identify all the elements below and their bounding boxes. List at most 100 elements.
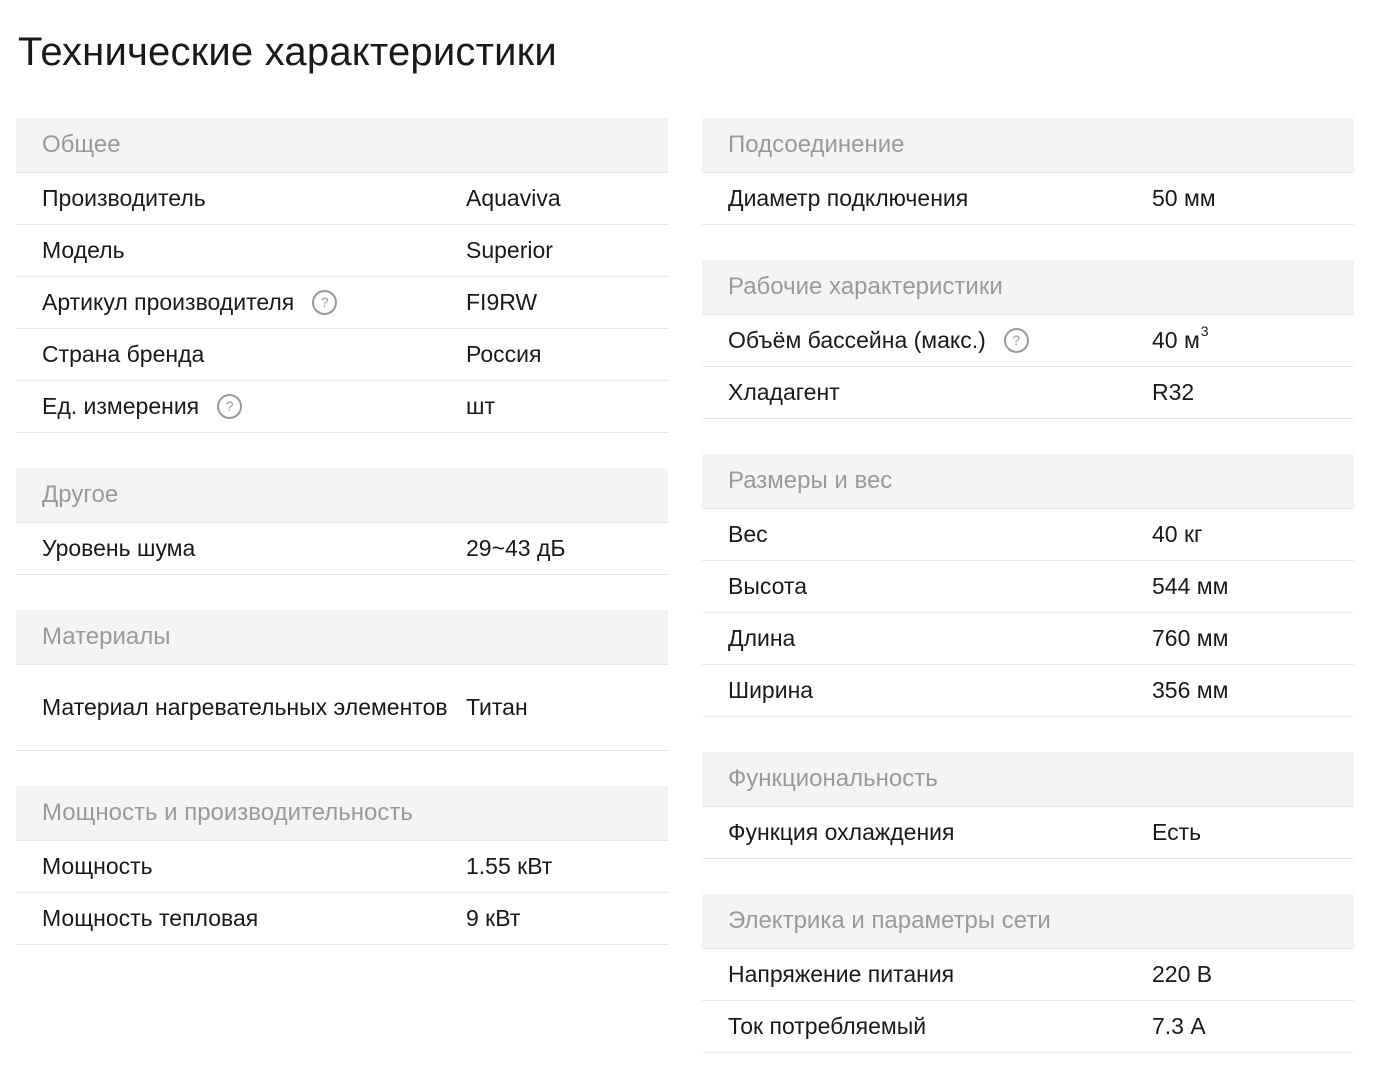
- spec-label-text: Объём бассейна (макс.): [728, 327, 986, 353]
- spec-value: R32: [1152, 379, 1354, 406]
- spec-row: Мощность 1.55 кВт: [16, 841, 668, 893]
- spec-row: Диаметр подключения 50 мм: [702, 173, 1354, 225]
- spec-row: Ед. измерения? шт: [16, 381, 668, 433]
- spec-value: 356 мм: [1152, 677, 1354, 704]
- spec-group: Другое Уровень шума 29~43 дБ: [16, 468, 668, 575]
- spec-value: FI9RW: [466, 289, 668, 316]
- spec-value: 40 кг: [1152, 521, 1354, 548]
- spec-value-text: Есть: [1152, 819, 1202, 845]
- spec-value: Есть: [1152, 819, 1354, 846]
- spec-value-text: Aquaviva: [466, 185, 561, 211]
- spec-value-text: FI9RW: [466, 289, 538, 315]
- spec-row: Хладагент R32: [702, 367, 1354, 419]
- spec-value-text: шт: [466, 393, 495, 419]
- spec-value: 7.3 А: [1152, 1013, 1354, 1040]
- spec-group-header: Рабочие характеристики: [702, 260, 1354, 315]
- spec-value-text: 9 кВт: [466, 905, 521, 931]
- spec-label-text: Производитель: [42, 185, 206, 211]
- spec-label-text: Мощность тепловая: [42, 905, 259, 931]
- spec-value: Superior: [466, 237, 668, 264]
- spec-group: Мощность и производительность Мощность 1.5…: [16, 786, 668, 945]
- specs-column-right: Подсоединение Диаметр подключения 50 мм Раб…: [702, 118, 1354, 1088]
- spec-group-header: Общее: [16, 118, 668, 173]
- spec-group: Размеры и вес Вес 40 кг Высота 544 мм Длина 76…: [702, 454, 1354, 717]
- spec-value: 9 кВт: [466, 905, 668, 932]
- spec-group-header: Функциональность: [702, 752, 1354, 807]
- spec-label-text: Ширина: [728, 677, 814, 703]
- spec-group-header: Мощность и производительность: [16, 786, 668, 841]
- help-icon[interactable]: ?: [312, 290, 338, 315]
- spec-label: Мощность: [16, 850, 466, 883]
- spec-value: Титан: [466, 694, 668, 721]
- spec-value: Россия: [466, 341, 668, 368]
- spec-value-text: 50 мм: [1152, 185, 1216, 211]
- spec-value-text: R32: [1152, 379, 1195, 405]
- spec-row: Напряжение питания 220 В: [702, 949, 1354, 1001]
- spec-group: Общее Производитель Aquaviva Модель Superior…: [16, 118, 668, 433]
- spec-label: Модель: [16, 234, 466, 267]
- spec-group: Подсоединение Диаметр подключения 50 мм: [702, 118, 1354, 225]
- spec-row: Артикул производителя? FI9RW: [16, 277, 668, 329]
- spec-row: Объём бассейна (макс.)? 40 м3: [702, 315, 1354, 367]
- spec-value: 50 мм: [1152, 185, 1354, 212]
- spec-label: Ширина: [702, 674, 1152, 707]
- spec-row: Длина 760 мм: [702, 613, 1354, 665]
- spec-value-text: 29~43 дБ: [466, 535, 566, 561]
- spec-label: Ток потребляемый: [702, 1010, 1152, 1043]
- spec-group-header: Другое: [16, 468, 668, 523]
- spec-group: Электрика и параметры сети Напряжение пит…: [702, 894, 1354, 1053]
- spec-group-header: Электрика и параметры сети: [702, 894, 1354, 949]
- spec-row: Функция охлаждения Есть: [702, 807, 1354, 859]
- spec-label-text: Страна бренда: [42, 341, 205, 367]
- spec-label-text: Ток потребляемый: [728, 1013, 927, 1039]
- spec-label-text: Мощность: [42, 853, 153, 879]
- spec-row: Уровень шума 29~43 дБ: [16, 523, 668, 575]
- spec-value: 29~43 дБ: [466, 535, 668, 562]
- spec-value-text: 220 В: [1152, 961, 1213, 987]
- spec-value-superscript: 3: [1200, 323, 1209, 339]
- spec-label: Хладагент: [702, 376, 1152, 409]
- spec-label-text: Функция охлаждения: [728, 819, 955, 845]
- spec-label: Артикул производителя?: [16, 286, 466, 319]
- spec-row: Материал нагревательных элементов Титан: [16, 665, 668, 751]
- spec-label: Мощность тепловая: [16, 902, 466, 935]
- spec-value-text: 7.3 А: [1152, 1013, 1206, 1039]
- spec-label: Диаметр подключения: [702, 182, 1152, 215]
- spec-label: Напряжение питания: [702, 958, 1152, 991]
- spec-value-text: Superior: [466, 237, 553, 263]
- spec-label-text: Уровень шума: [42, 535, 196, 561]
- spec-value: 760 мм: [1152, 625, 1354, 652]
- specs-column-left: Общее Производитель Aquaviva Модель Superior…: [16, 118, 668, 980]
- spec-label: Материал нагревательных элементов: [16, 691, 466, 724]
- spec-row: Вес 40 кг: [702, 509, 1354, 561]
- spec-row: Производитель Aquaviva: [16, 173, 668, 225]
- spec-group-header: Размеры и вес: [702, 454, 1354, 509]
- spec-label: Ед. измерения?: [16, 390, 466, 423]
- spec-group-header: Подсоединение: [702, 118, 1354, 173]
- spec-group-header: Материалы: [16, 610, 668, 665]
- spec-label: Длина: [702, 622, 1152, 655]
- spec-label: Функция охлаждения: [702, 816, 1152, 849]
- help-icon[interactable]: ?: [1003, 328, 1029, 353]
- spec-value: 40 м3: [1152, 323, 1354, 354]
- page-title: Технические характеристики: [18, 30, 557, 74]
- spec-row: Высота 544 мм: [702, 561, 1354, 613]
- spec-value-text: Титан: [466, 694, 528, 720]
- help-icon[interactable]: ?: [217, 394, 243, 419]
- spec-label-text: Хладагент: [728, 379, 840, 405]
- spec-row: Ток потребляемый 7.3 А: [702, 1001, 1354, 1053]
- spec-label-text: Высота: [728, 573, 807, 599]
- spec-label: Объём бассейна (макс.)?: [702, 324, 1152, 357]
- spec-row: Модель Superior: [16, 225, 668, 277]
- spec-row: Мощность тепловая 9 кВт: [16, 893, 668, 945]
- spec-label-text: Напряжение питания: [728, 961, 955, 987]
- spec-label-text: Ед. измерения: [42, 393, 200, 419]
- spec-label-text: Материал нагревательных элементов: [42, 694, 448, 720]
- spec-value: шт: [466, 393, 668, 420]
- spec-row: Страна бренда Россия: [16, 329, 668, 381]
- spec-value-text: 760 мм: [1152, 625, 1229, 651]
- spec-value-text: 356 мм: [1152, 677, 1229, 703]
- spec-label: Вес: [702, 518, 1152, 551]
- spec-value: Aquaviva: [466, 185, 668, 212]
- spec-value: 544 мм: [1152, 573, 1354, 600]
